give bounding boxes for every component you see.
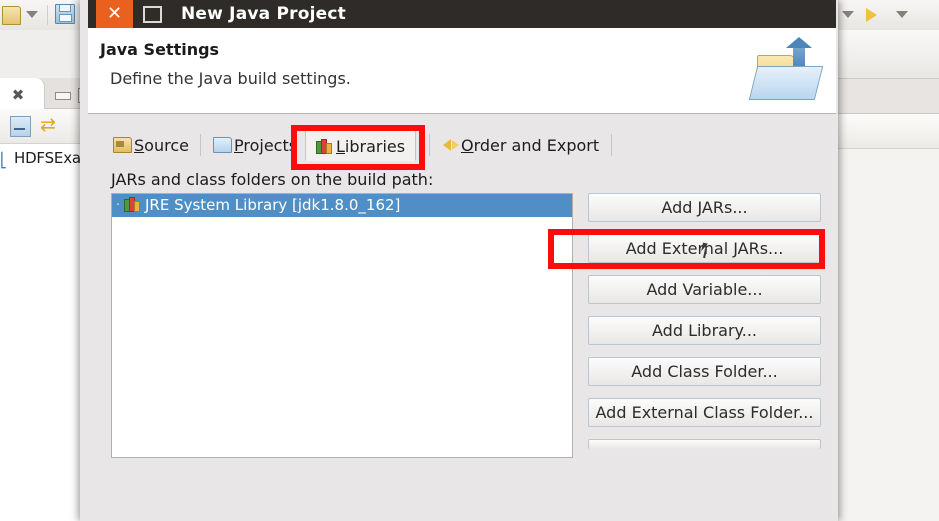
save-icon[interactable] — [55, 4, 77, 26]
new-java-project-dialog: ✕ New Java Project Java Settings Define … — [80, 0, 838, 521]
tab-divider — [429, 134, 430, 156]
java-project-icon: ⎣ — [0, 153, 7, 169]
forward-arrow-icon[interactable] — [866, 4, 888, 26]
tree-item-project[interactable]: ⎣ HDFSExa — [0, 149, 86, 169]
maximize-icon[interactable] — [136, 0, 169, 28]
dialog-body: SSourceource Projects Libraries Order an… — [88, 114, 836, 521]
tab-divider — [611, 134, 612, 156]
package-explorer-icon: ✖ — [11, 86, 25, 104]
package-explorer-panel: ✖ ⇄ ⎣ HDFSExa — [0, 30, 93, 521]
tree-item-label: HDFSExa — [14, 149, 81, 167]
build-path-tabstrip: SSourceource Projects Libraries Order an… — [103, 130, 820, 161]
additional-button-partial[interactable] — [588, 439, 821, 449]
help-view-bar — [836, 79, 939, 114]
toolbar-separator — [47, 5, 48, 25]
add-class-folder-button[interactable]: Add Class Folder... — [588, 357, 821, 386]
build-path-buttons: Add JARs... Add External JARs... Add Var… — [588, 193, 821, 449]
list-item[interactable]: · JRE System Library [jdk1.8.0_162] — [112, 194, 572, 217]
add-variable-button[interactable]: Add Variable... — [588, 275, 821, 304]
page-title: Java Settings — [100, 40, 220, 59]
add-external-jars-button[interactable]: Add External JARs... — [588, 234, 821, 263]
add-external-class-folder-button[interactable]: Add External Class Folder... — [588, 398, 821, 427]
add-library-button[interactable]: Add Library... — [588, 316, 821, 345]
project-folder-icon — [213, 137, 232, 153]
link-with-editor-icon[interactable]: ⇄ — [40, 115, 62, 135]
build-path-label: JARs and class folders on the build path… — [111, 170, 434, 189]
explorer-tree[interactable]: ⎣ HDFSExa — [0, 144, 86, 521]
libraries-books-icon — [316, 139, 334, 154]
tab-libraries[interactable]: Libraries — [305, 130, 417, 161]
chevron-down-icon[interactable] — [896, 4, 918, 26]
source-folder-icon — [113, 137, 132, 153]
help-nav-bar — [836, 114, 939, 149]
build-path-list[interactable]: · JRE System Library [jdk1.8.0_162] — [111, 193, 573, 458]
java-project-wizard-icon — [748, 35, 829, 105]
tab-divider — [200, 134, 201, 156]
screenshot-root: ✖ ⇄ ⎣HDFSExa 🔑 Search pics Index orkbenc… — [0, 0, 939, 521]
jre-library-icon — [124, 197, 142, 212]
tab-projects[interactable]: Projects — [203, 130, 307, 161]
chevron-down-icon[interactable] — [842, 4, 864, 26]
order-export-icon — [443, 138, 459, 153]
collapse-all-icon[interactable] — [10, 116, 31, 137]
tree-expander-icon[interactable]: · — [116, 194, 124, 217]
list-item-label: JRE System Library [jdk1.8.0_162] — [145, 196, 401, 214]
help-toolstrip: 5 — [836, 30, 939, 79]
add-jars-button[interactable]: Add JARs... — [588, 193, 821, 222]
page-subtitle: Define the Java build settings. — [110, 69, 351, 88]
dialog-title: New Java Project — [181, 4, 346, 24]
save-icon[interactable] — [2, 4, 24, 26]
dialog-title-bar[interactable]: ✕ New Java Project — [88, 0, 836, 28]
dialog-header: Java Settings Define the Java build sett… — [88, 28, 836, 114]
minimize-icon[interactable] — [55, 92, 71, 100]
close-icon[interactable]: ✕ — [96, 0, 133, 28]
tab-order-and-export[interactable]: Order and Export — [433, 130, 609, 161]
tab-source[interactable]: SSourceource — [103, 130, 199, 161]
chevron-down-icon[interactable] — [26, 4, 48, 26]
